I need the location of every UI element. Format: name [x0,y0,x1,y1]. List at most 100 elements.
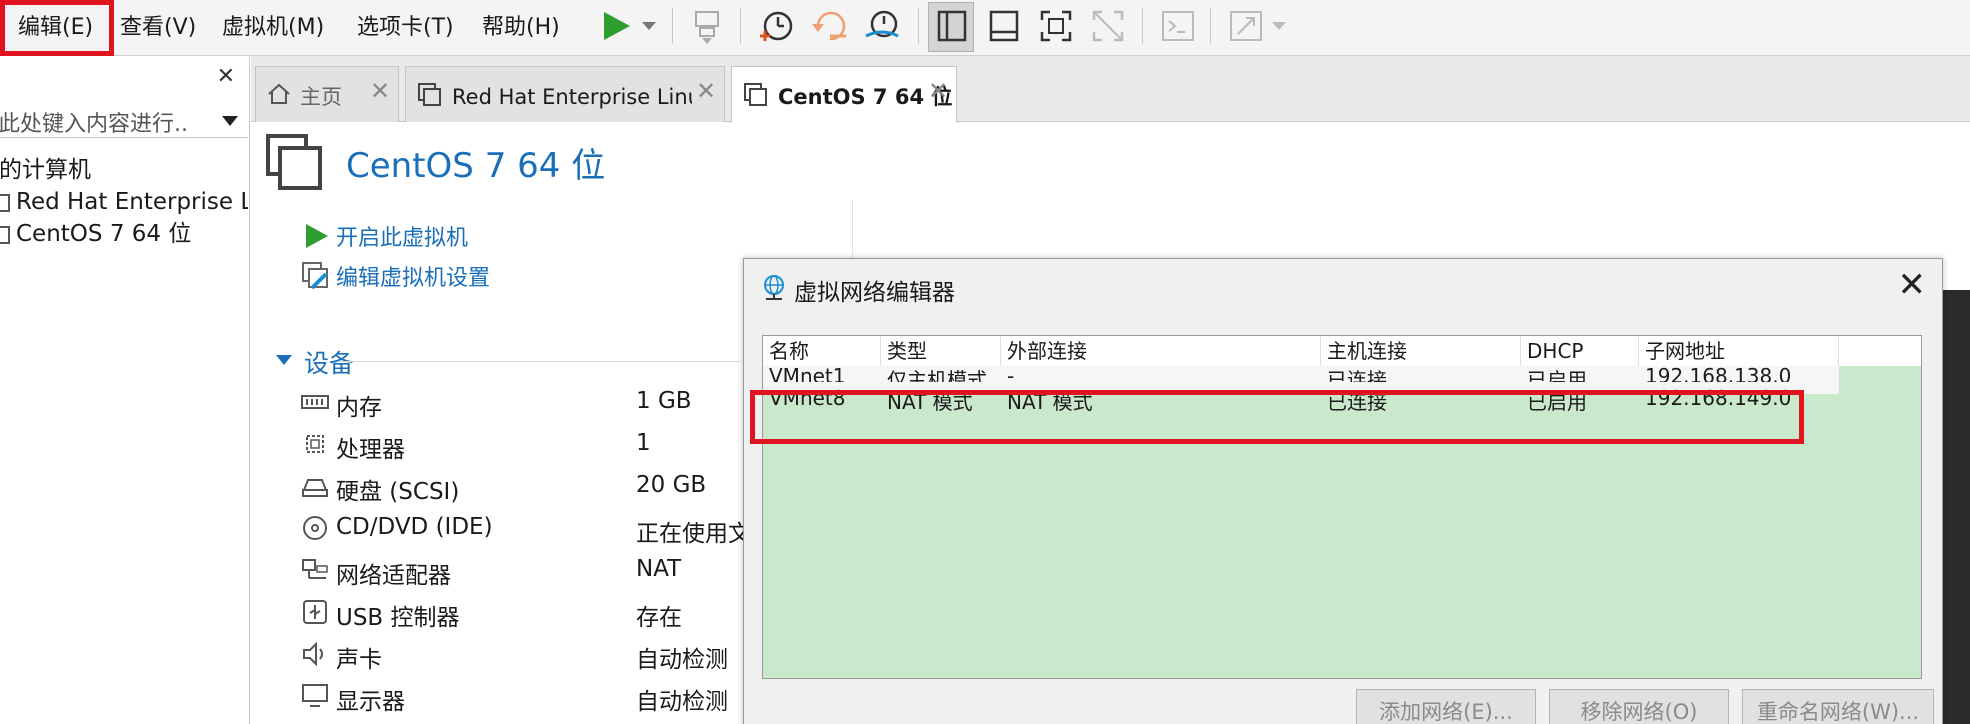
menu-help[interactable]: 帮助(H) [482,10,560,46]
unity-icon[interactable] [1088,6,1128,46]
menu-bar: 编辑(E) 查看(V) 虚拟机(M) 选项卡(T) 帮助(H) [0,0,1970,56]
tab-close-icon[interactable]: ✕ [696,77,716,105]
edit-settings-link[interactable]: 编辑虚拟机设置 [336,260,490,292]
annotation-highlight-edit-menu [0,0,114,56]
dialog-title: 虚拟网络编辑器 [794,280,955,306]
cell-dhcp: 已启用 [1527,368,1587,382]
library-pane: ✕ 在此处键入内容进行... 我的计算机 Red Hat Enterprise … [0,56,250,724]
display-icon [302,684,328,707]
power-on-icon[interactable] [302,222,330,250]
column-header-name[interactable]: 名称 [763,336,881,366]
device-value-network: NAT [636,556,682,582]
console-icon[interactable] [1158,6,1198,46]
toolbar-separator [672,8,673,44]
virtual-network-editor-dialog: 虚拟网络编辑器 ✕ 名称 类型 外部连接 主机连接 DHCP 子网地址 VMne… [743,258,1943,724]
snapshot-revert-icon[interactable] [810,6,850,46]
tab-close-icon[interactable]: ✕ [928,77,948,105]
vm-title: CentOS 7 64 位 [346,146,606,186]
tab-centos[interactable]: CentOS 7 64 位 ✕ [731,66,957,123]
menu-view[interactable]: 查看(V) [120,10,196,46]
cdrom-icon [303,516,327,540]
table-row[interactable]: VMnet1 仅主机模式 - 已连接 已启用 192.168.138.0 [763,366,1839,382]
toolbar-separator [740,8,741,44]
cell-type: 仅主机模式 [887,368,987,382]
tree-item-label: CentOS 7 64 位 [16,221,192,247]
device-name-network[interactable]: 网络适配器 [336,556,451,590]
globe-network-icon [764,275,784,300]
device-name-sound[interactable]: 声卡 [336,640,382,674]
vm-icon [0,225,10,244]
memory-icon [301,395,329,409]
collapse-triangle-icon[interactable] [274,352,294,368]
device-value-sound: 自动检测 [636,647,728,673]
device-name-cpu[interactable]: 处理器 [336,430,405,464]
tab-close-icon[interactable]: ✕ [370,77,390,105]
column-header-external[interactable]: 外部连接 [1001,336,1321,366]
thumbnail-view-icon[interactable] [984,6,1024,46]
menu-tabs[interactable]: 选项卡(T) [357,10,454,46]
stretch-dropdown-icon[interactable] [1266,6,1292,46]
tab-label: CentOS 7 64 位 [778,85,953,109]
edit-settings-icon[interactable] [300,260,332,292]
device-value-harddisk: 20 GB [636,472,707,498]
stretch-icon[interactable] [1226,6,1266,46]
library-close-icon[interactable]: ✕ [217,64,235,89]
cpu-icon [306,435,324,453]
add-network-button[interactable]: 添加网络(E)... [1356,689,1536,724]
snapshot-manager-icon[interactable] [862,6,902,46]
tree-item-my-computer[interactable]: 我的计算机 [0,154,224,186]
tree-item-redhat[interactable]: Red Hat Enterprise Linux 8 64 位 [0,186,248,218]
device-name-usb[interactable]: USB 控制器 [336,598,460,632]
device-name-memory[interactable]: 内存 [336,388,382,422]
column-header-host[interactable]: 主机连接 [1321,336,1521,366]
device-value-cdrom: 正在使用文件 [636,521,746,547]
library-search-input[interactable]: 在此处键入内容进行... [0,102,248,138]
device-value-display: 自动检测 [636,689,728,715]
content-divider [852,200,853,260]
search-dropdown-icon[interactable] [222,116,238,126]
device-name-cdrom[interactable]: CD/DVD (IDE) [336,514,493,540]
fullscreen-icon[interactable] [1036,6,1076,46]
remove-network-button[interactable]: 移除网络(O) [1549,689,1729,724]
rename-network-button[interactable]: 重命名网络(W)... [1742,689,1934,724]
network-table: 名称 类型 外部连接 主机连接 DHCP 子网地址 VMnet1 仅主机模式 -… [762,335,1922,679]
library-view-icon[interactable] [932,6,972,46]
sound-icon [303,641,323,667]
vm-icon [0,193,10,212]
cell-subnet: 192.168.138.0 [1645,366,1792,382]
tab-redhat[interactable]: Red Hat Enterprise Linux 8 64 位 ✕ [405,66,725,122]
vm-tab-icon [744,83,767,106]
cell-host: 已连接 [1327,368,1387,382]
device-name-display[interactable]: 显示器 [336,682,405,716]
column-header-subnet[interactable]: 子网地址 [1639,336,1839,366]
send-keys-icon[interactable] [688,6,728,46]
tab-label: 主页 [300,85,342,109]
annotation-highlight-vmnet8 [750,390,1804,444]
tab-home[interactable]: 主页 ✕ [255,66,399,122]
power-on-link[interactable]: 开启此虚拟机 [336,220,468,252]
tab-label: Red Hat Enterprise Linux 8 64 位 [452,85,692,109]
device-value-cpu: 1 [636,430,651,456]
snapshot-take-icon[interactable] [756,6,796,46]
column-header-type[interactable]: 类型 [881,336,1001,366]
tree-item-centos[interactable]: CentOS 7 64 位 [0,218,248,250]
tree-item-label: Red Hat Enterprise Linux 8 64 位 [16,189,248,215]
dialog-close-icon[interactable]: ✕ [1898,265,1927,305]
device-value-memory: 1 GB [636,388,692,414]
vm-tab-icon [418,83,441,106]
play-icon[interactable] [596,6,636,46]
column-header-dhcp[interactable]: DHCP [1521,336,1639,366]
cell-external: - [1007,366,1015,382]
device-name-harddisk[interactable]: 硬盘 (SCSI) [336,472,459,506]
usb-icon [303,600,327,624]
menu-vm[interactable]: 虚拟机(M) [222,10,324,46]
devices-heading: 设备 [304,349,355,378]
home-icon [268,83,290,104]
cell-name: VMnet1 [769,366,846,382]
background-window-edge [1943,290,1970,724]
network-adapter-icon [302,559,328,579]
play-dropdown-icon[interactable] [636,6,662,46]
devices-divider [340,361,740,362]
harddisk-icon [302,479,328,497]
toolbar-separator [1210,8,1211,44]
